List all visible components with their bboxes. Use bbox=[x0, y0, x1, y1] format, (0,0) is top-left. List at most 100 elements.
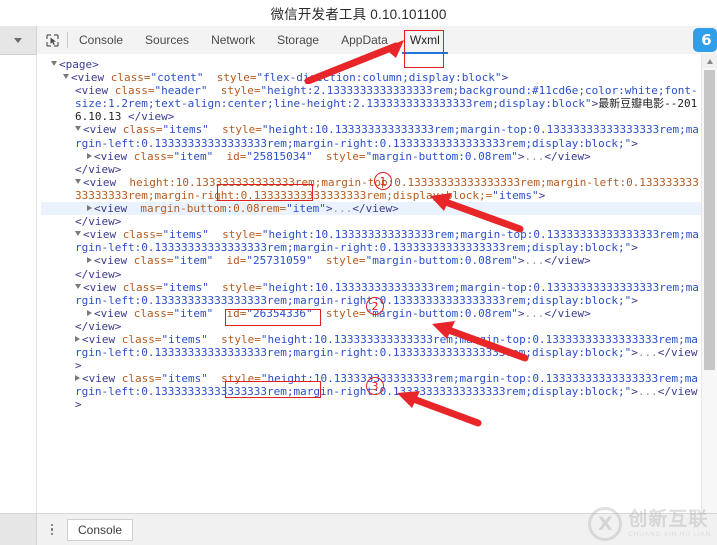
tab-network[interactable]: Network bbox=[200, 26, 266, 54]
wxml-tree-panel[interactable]: <page> <view class="cotent" style="flex-d… bbox=[36, 54, 717, 514]
code-token-attr: class= bbox=[133, 149, 174, 163]
wxml-tree-line[interactable]: <view class="cotent" style="flex-directi… bbox=[41, 71, 702, 84]
tab-appdata[interactable]: AppData bbox=[330, 26, 399, 54]
code-token-attr: class= bbox=[121, 372, 162, 386]
tab-console[interactable]: Console bbox=[68, 26, 134, 54]
code-token-tag: <view bbox=[82, 372, 122, 386]
code-token-dots: ... bbox=[332, 202, 353, 216]
console-drawer-tab[interactable]: Console bbox=[67, 518, 134, 541]
triangle-down-icon[interactable] bbox=[51, 61, 57, 66]
app-corner-icon[interactable]: 6 bbox=[693, 28, 717, 52]
code-token-attr: style= bbox=[312, 254, 366, 268]
wxml-tree-line[interactable]: <view class="items" style="height:10.133… bbox=[41, 123, 702, 150]
tab-appdata-label: AppData bbox=[341, 33, 388, 47]
code-token-attr: style= bbox=[207, 372, 261, 386]
code-token-val: "margin-buttom:0.08rem" bbox=[365, 306, 518, 320]
code-token-attr: style= bbox=[207, 332, 261, 346]
code-token-val: "margin-buttom:0.08rem" bbox=[365, 149, 518, 163]
code-token-attr: style= bbox=[208, 228, 262, 242]
code-token-tag: <page> bbox=[59, 58, 99, 71]
wxml-tree-line[interactable]: <view margin-buttom:0.08rem="item">...</… bbox=[41, 202, 702, 216]
wxml-tree-line[interactable]: </view> bbox=[41, 320, 702, 333]
wxml-tree-line[interactable]: <view class="items" style="height:10.133… bbox=[41, 281, 702, 307]
tab-storage-label: Storage bbox=[277, 33, 320, 47]
code-token-tag: <view bbox=[71, 71, 111, 85]
wxml-tree-scroll-area[interactable]: <page> <view class="cotent" style="flex-d… bbox=[37, 54, 702, 514]
code-token-tag: </view> bbox=[75, 267, 122, 281]
code-token-attr: style= bbox=[312, 149, 366, 163]
inspect-element-icon bbox=[45, 33, 59, 47]
wxml-tree-line[interactable]: <view class="header" style="height:2.133… bbox=[41, 84, 702, 123]
code-token-attr: class= bbox=[110, 71, 151, 85]
wxml-tree-line[interactable]: <view class="item" id="26354336" style="… bbox=[41, 307, 702, 320]
triangle-right-icon[interactable] bbox=[75, 375, 80, 382]
triangle-right-icon[interactable] bbox=[87, 205, 92, 212]
tab-console-label: Console bbox=[79, 33, 124, 47]
triangle-down-icon[interactable] bbox=[75, 231, 81, 237]
code-token-attr: height:10.133333333333333rem;margin-top:… bbox=[75, 175, 699, 202]
triangle-right-icon[interactable] bbox=[87, 257, 92, 264]
code-token-val: "items" bbox=[492, 188, 539, 202]
triangle-down-icon[interactable] bbox=[63, 74, 69, 80]
code-token-tag: </view> bbox=[352, 202, 399, 216]
wxml-tree-line[interactable]: <page> bbox=[41, 58, 702, 71]
scroll-up-arrow-button[interactable] bbox=[702, 54, 717, 68]
more-options-button[interactable] bbox=[41, 523, 63, 536]
more-options-icon bbox=[50, 532, 54, 536]
code-token-val: "26354336" bbox=[246, 306, 313, 320]
code-token-dots: ... bbox=[524, 254, 545, 268]
code-token-dots: ... bbox=[524, 149, 545, 163]
wxml-tree-line[interactable]: <view class="items" style="height:10.133… bbox=[41, 372, 702, 411]
code-token-val: "flex-direction:column;display:block" bbox=[256, 71, 502, 85]
code-token-attr: style= bbox=[208, 280, 262, 294]
code-token-val: "item" bbox=[173, 254, 214, 268]
chevron-down-icon bbox=[14, 37, 22, 43]
toolbar-dropdown-button[interactable] bbox=[0, 26, 37, 54]
code-token-val: "cotent" bbox=[150, 71, 204, 85]
tab-storage[interactable]: Storage bbox=[266, 26, 330, 54]
code-token-tag: </view> bbox=[127, 110, 175, 124]
wxml-tree-line[interactable]: </view> bbox=[41, 215, 702, 228]
code-token-val: "margin-buttom:0.08rem" bbox=[365, 254, 518, 268]
wxml-tree-line[interactable]: </view> bbox=[41, 268, 702, 281]
code-token-tag: <view bbox=[94, 149, 134, 163]
code-token-tag: </view> bbox=[75, 319, 122, 333]
wxml-code-tree[interactable]: <page> <view class="cotent" style="flex-d… bbox=[41, 58, 702, 412]
wxml-tree-line[interactable]: <view class="item" id="25731059" style="… bbox=[41, 254, 702, 267]
watermark-logo-icon bbox=[588, 507, 623, 541]
inspect-element-button[interactable] bbox=[37, 26, 67, 54]
triangle-down-icon[interactable] bbox=[75, 126, 81, 132]
wxml-tree-line[interactable]: </view> bbox=[41, 163, 702, 176]
code-token-val: "items" bbox=[161, 332, 208, 346]
tab-sources[interactable]: Sources bbox=[134, 26, 200, 54]
triangle-right-icon[interactable] bbox=[87, 152, 92, 159]
code-token-tag: <view bbox=[94, 306, 134, 320]
code-token-attr: id= bbox=[213, 149, 247, 163]
code-token-val: "item" bbox=[173, 149, 214, 163]
devtools-toolbar: Console Sources Network Storage AppData … bbox=[0, 26, 717, 55]
triangle-down-icon[interactable] bbox=[75, 283, 81, 289]
code-token-tag: </view> bbox=[544, 149, 591, 163]
wxml-tree-line[interactable]: <view height:10.133333333333333rem;margi… bbox=[41, 176, 702, 202]
code-token-attr: class= bbox=[122, 228, 163, 242]
watermark-en-text: CHUANG XIN HU LIAN bbox=[628, 530, 711, 538]
code-token-attr: id= bbox=[213, 254, 247, 268]
wxml-tree-line[interactable]: <view class="items" style="height:10.133… bbox=[41, 228, 702, 254]
tab-wxml[interactable]: Wxml bbox=[399, 26, 451, 54]
code-token-val: "items" bbox=[162, 228, 209, 242]
vertical-scrollbar[interactable] bbox=[701, 54, 717, 514]
wxml-tree-line[interactable]: <view class="item" id="25815034" style="… bbox=[41, 150, 702, 163]
triangle-right-icon[interactable] bbox=[75, 335, 80, 342]
watermark-text: 创新互联 CHUANG XIN HU LIAN bbox=[628, 510, 711, 539]
code-token-tag: > bbox=[631, 385, 638, 399]
code-token-attr: margin-buttom:0.08rem= bbox=[133, 202, 287, 216]
code-token-tag: > bbox=[538, 188, 546, 202]
code-token-tag: <view bbox=[94, 202, 134, 216]
scrollbar-thumb[interactable] bbox=[704, 70, 715, 370]
code-token-val: "25731059" bbox=[246, 254, 313, 268]
triangle-down-icon[interactable] bbox=[75, 178, 81, 184]
triangle-right-icon[interactable] bbox=[87, 309, 92, 316]
tab-sources-label: Sources bbox=[145, 33, 190, 47]
watermark-cn-text: 创新互联 bbox=[628, 508, 709, 530]
wxml-tree-line[interactable]: <view class="items" style="height:10.133… bbox=[41, 333, 702, 372]
